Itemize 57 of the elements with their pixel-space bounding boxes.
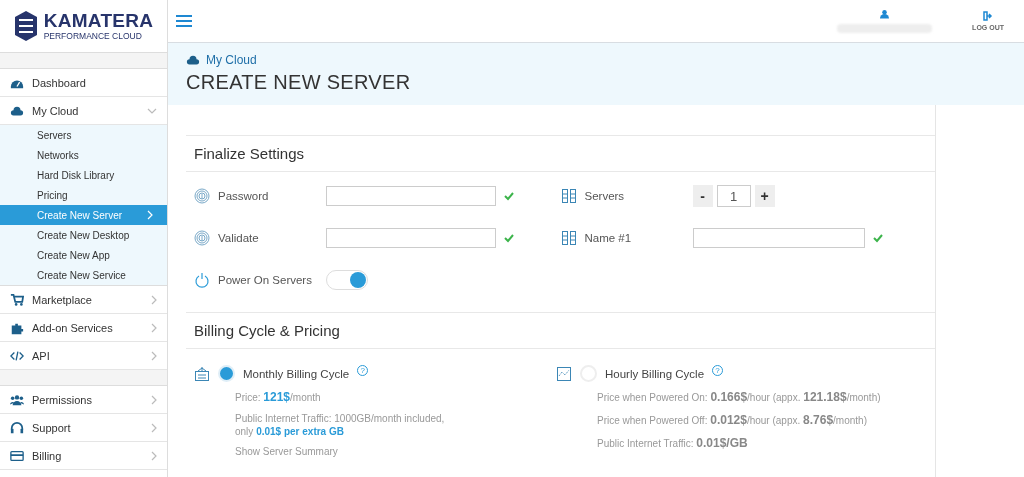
field-label: Name #1 xyxy=(584,232,633,244)
submenu-item[interactable]: Create New App xyxy=(0,245,167,265)
decrement-button[interactable]: - xyxy=(692,185,713,207)
brand-tagline: PERFORMANCE CLOUD xyxy=(43,32,143,41)
sidebar-item[interactable]: Permissions xyxy=(0,386,167,414)
price-text: Public Internet Traffic: 0.01$/GB xyxy=(596,436,749,451)
submenu-item[interactable]: Servers xyxy=(0,125,167,145)
fingerprint-icon xyxy=(194,188,210,204)
sidebar-item[interactable]: Billing xyxy=(0,442,167,470)
sidebar-item[interactable]: Support xyxy=(0,414,167,442)
sidebar-item[interactable]: Dashboard xyxy=(0,69,167,97)
submenu-item[interactable]: Hard Disk Library xyxy=(0,165,167,185)
cart-icon xyxy=(10,292,24,307)
brand-name: KAMATERA xyxy=(43,11,154,31)
field-label: Servers xyxy=(584,190,626,202)
price-text: Price: 121$/month xyxy=(234,390,322,405)
user-icon xyxy=(880,9,890,19)
input-field[interactable] xyxy=(326,186,496,206)
price-text: Public Internet Traffic: 1000GB/month included, only 0.01$ per extra GB xyxy=(234,413,446,438)
server-rack-icon xyxy=(560,188,577,204)
menu-icon[interactable] xyxy=(176,15,192,27)
toggle-switch[interactable] xyxy=(326,270,368,290)
field-label: Validate xyxy=(218,232,260,244)
field-label: Password xyxy=(218,190,270,202)
price-text: Price when Powered On: 0.166$/hour (appx. 121.18$/month) xyxy=(596,390,882,405)
price-text: Price when Powered Off: 0.012$/hour (appx. 8.76$/month) xyxy=(596,413,868,428)
power-icon xyxy=(194,272,210,288)
users-icon xyxy=(10,392,24,407)
credit-card-icon xyxy=(10,448,24,463)
page-title: CREATE NEW SERVER xyxy=(186,71,412,94)
logo-icon xyxy=(13,10,38,42)
cloud-icon xyxy=(186,53,200,67)
headset-icon xyxy=(10,420,24,435)
increment-button[interactable]: + xyxy=(754,185,775,207)
option-label[interactable]: Monthly Billing Cycle xyxy=(243,367,350,380)
price-text: Show Server Summary xyxy=(234,446,339,459)
chart-icon xyxy=(556,365,572,382)
chevron-icon xyxy=(147,210,153,220)
submenu-item[interactable]: Create New Desktop xyxy=(0,225,167,245)
logout-icon xyxy=(983,11,994,21)
submenu-item[interactable]: Pricing xyxy=(0,185,167,205)
submenu-item[interactable]: Networks xyxy=(0,145,167,165)
breadcrumb-link[interactable]: My Cloud xyxy=(206,53,257,67)
input-field[interactable] xyxy=(692,228,865,248)
section-title: Finalize Settings xyxy=(186,135,935,172)
sidebar-item[interactable]: Add-on Services xyxy=(0,314,167,342)
sidebar-item[interactable]: Marketplace xyxy=(0,286,167,314)
section-title: Billing Cycle & Pricing xyxy=(186,312,935,349)
calendar-icon xyxy=(194,365,210,382)
count-field[interactable]: 1 xyxy=(716,185,751,207)
submenu-item[interactable]: Create New Service xyxy=(0,265,167,285)
input-field[interactable] xyxy=(326,228,496,248)
server-rack-icon xyxy=(560,230,577,246)
option-label[interactable]: Hourly Billing Cycle xyxy=(605,367,705,380)
radio-button[interactable] xyxy=(218,365,235,382)
fingerprint-icon xyxy=(194,230,210,246)
field-label: Power On Servers xyxy=(218,274,313,286)
